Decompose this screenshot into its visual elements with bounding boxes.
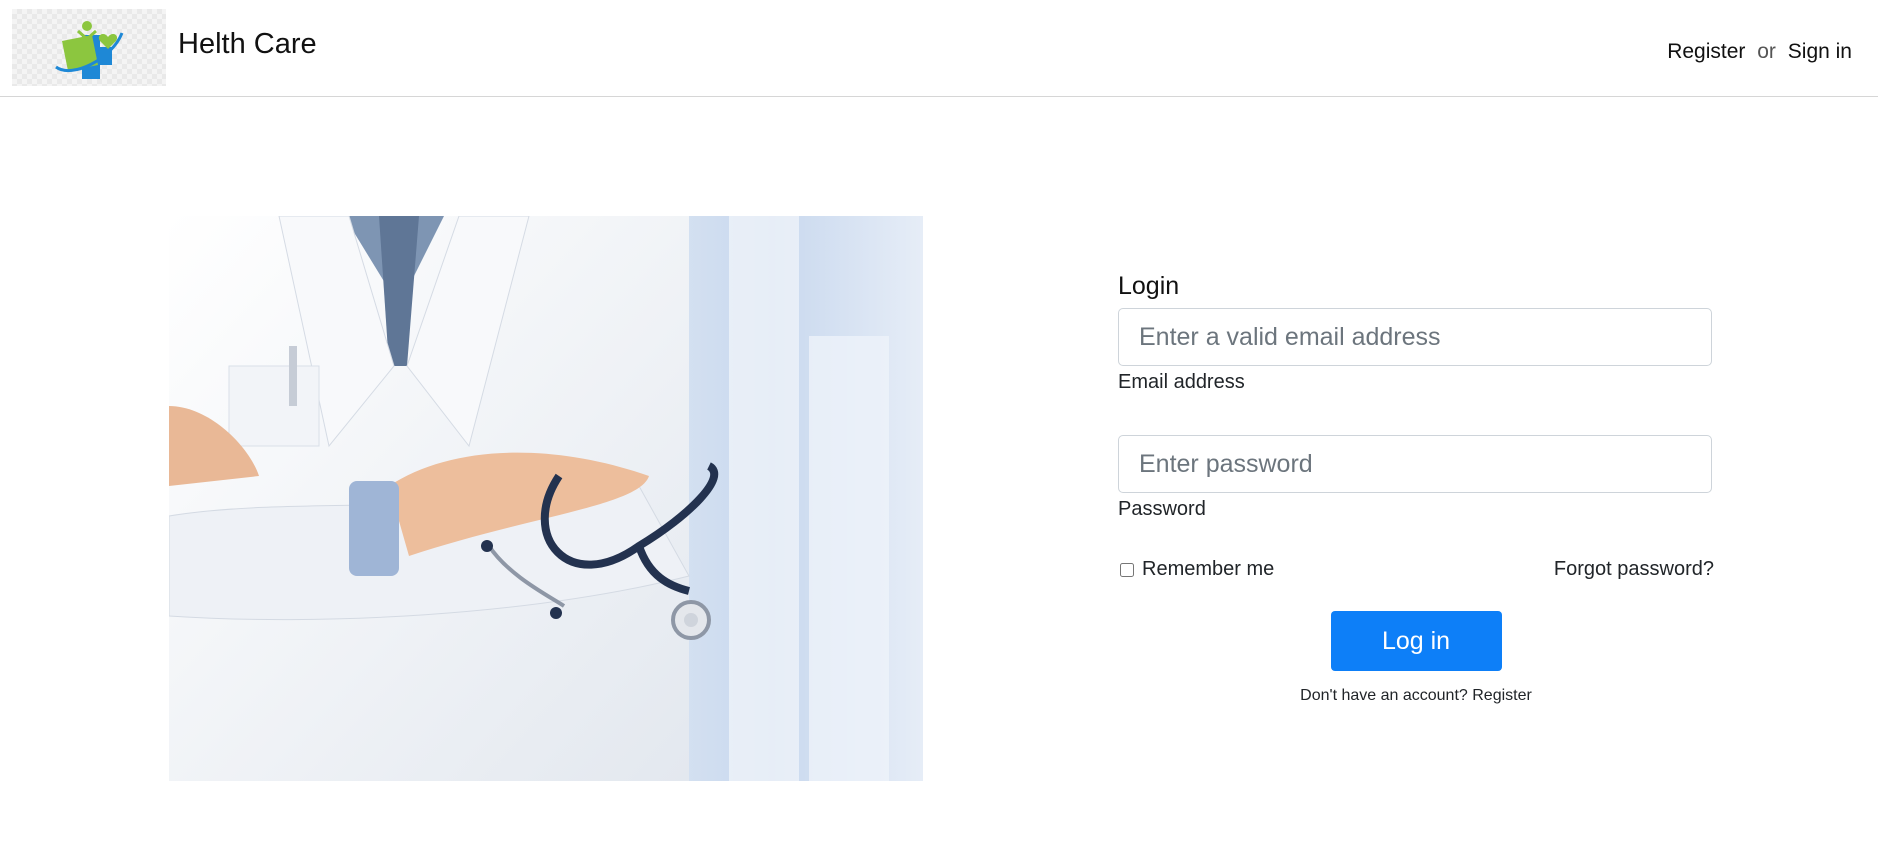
options-row: Remember me Forgot password? xyxy=(1118,558,1714,581)
signup-prompt: Don't have an account? Register xyxy=(1118,687,1714,705)
logo[interactable] xyxy=(12,9,166,86)
or-separator: or xyxy=(1757,40,1776,63)
email-input[interactable] xyxy=(1118,308,1712,366)
email-label: Email address xyxy=(1118,371,1245,393)
health-care-logo-icon xyxy=(55,21,124,79)
login-form: Login Email address Password Remember me… xyxy=(1118,272,1714,705)
top-navbar: Helth Care Register or Sign in xyxy=(0,0,1878,97)
register-link-bottom[interactable]: Register xyxy=(1472,687,1532,704)
doctor-with-stethoscope-image xyxy=(169,216,923,781)
forgot-password-link[interactable]: Forgot password? xyxy=(1554,558,1714,581)
login-button[interactable]: Log in xyxy=(1330,611,1502,671)
remember-me[interactable]: Remember me xyxy=(1118,558,1274,581)
signup-text: Don't have an account? xyxy=(1300,687,1468,704)
login-title: Login xyxy=(1118,272,1180,300)
auth-nav: Register or Sign in xyxy=(1667,40,1852,64)
hero-illustration xyxy=(169,216,923,781)
password-label: Password xyxy=(1118,498,1206,520)
sign-in-link[interactable]: Sign in xyxy=(1788,40,1852,63)
remember-checkbox[interactable] xyxy=(1120,562,1134,577)
register-link[interactable]: Register xyxy=(1667,40,1745,63)
brand-title[interactable]: Helth Care xyxy=(178,28,317,61)
remember-label: Remember me xyxy=(1142,558,1275,580)
password-input[interactable] xyxy=(1118,435,1712,493)
